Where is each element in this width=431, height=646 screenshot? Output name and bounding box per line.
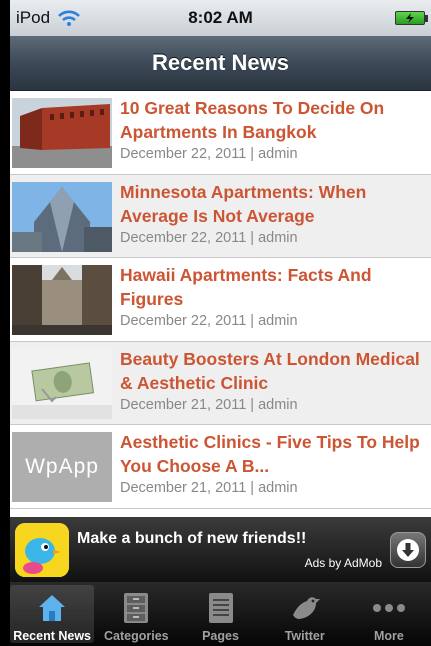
status-bar: iPod 8:02 AM — [10, 0, 431, 36]
tab-twitter[interactable]: Twitter — [263, 582, 347, 646]
ad-attribution: Ads by AdMob — [304, 555, 382, 570]
article-meta: December 22, 2011 | admin — [120, 229, 298, 246]
list-item[interactable]: 10 Great Reasons To Decide On Apartments… — [10, 91, 431, 175]
tab-recent-news[interactable]: Recent News — [10, 585, 95, 643]
tab-label: More — [373, 629, 404, 643]
article-thumbnail: WpApp — [12, 432, 112, 502]
battery-icon — [395, 11, 428, 25]
list-item[interactable]: WpApp Aesthetic Clinics - Five Tips To H… — [10, 425, 431, 509]
article-thumbnail — [12, 98, 112, 168]
page-title: Recent News — [152, 50, 289, 75]
article-meta: December 22, 2011 | admin — [120, 146, 298, 162]
tab-bar: Recent News Categories Pages Twitter Mor… — [10, 582, 431, 646]
download-button[interactable] — [390, 531, 426, 568]
app-screen: iPod 8:02 AM Recent News 10 Great Reason… — [10, 0, 431, 646]
status-left: iPod — [16, 8, 80, 28]
article-thumbnail — [12, 181, 112, 252]
article-title[interactable]: 10 Great Reasons To Decide On Apartments… — [120, 96, 431, 144]
download-icon — [397, 538, 419, 561]
tab-categories[interactable]: Categories — [94, 582, 178, 646]
more-icon — [372, 591, 406, 625]
home-icon — [35, 591, 69, 625]
ad-headline[interactable]: Make a bunch of new friends!! — [77, 530, 390, 548]
list-item[interactable]: Beauty Boosters At London Medical & Aest… — [10, 341, 431, 425]
article-title[interactable]: Minnesota Apartments: When Average Is No… — [120, 180, 431, 228]
article-title[interactable]: Hawaii Apartments: Facts And Figures — [120, 263, 431, 311]
tab-label: Twitter — [284, 629, 325, 643]
document-icon — [204, 591, 238, 625]
cabinet-icon — [119, 591, 153, 625]
article-meta: December 21, 2011 | admin — [120, 480, 298, 496]
list-item[interactable]: Minnesota Apartments: When Average Is No… — [10, 174, 431, 258]
list-item[interactable]: Hawaii Apartments: Facts And Figures Dec… — [10, 258, 431, 342]
bird-app-icon — [15, 522, 69, 577]
thumbnail-placeholder-text: WpApp — [25, 455, 99, 478]
article-thumbnail — [12, 348, 112, 419]
tab-label: Categories — [104, 629, 169, 643]
tab-more[interactable]: More — [347, 582, 431, 646]
bird-icon — [288, 591, 322, 625]
article-thumbnail — [12, 265, 112, 335]
wifi-icon — [58, 10, 80, 26]
carrier-label: iPod — [16, 8, 51, 27]
navigation-bar: Recent News — [10, 36, 431, 91]
tab-label: Recent News — [13, 629, 91, 643]
tab-pages[interactable]: Pages — [178, 582, 262, 646]
article-list[interactable]: 10 Great Reasons To Decide On Apartments… — [10, 91, 431, 517]
article-meta: December 22, 2011 | admin — [120, 313, 298, 329]
article-meta: December 21, 2011 | admin — [120, 396, 298, 413]
ad-banner[interactable]: Make a bunch of new friends!! Ads by AdM… — [10, 517, 431, 582]
tab-label: Pages — [202, 629, 239, 643]
article-title[interactable]: Beauty Boosters At London Medical & Aest… — [120, 347, 431, 395]
article-title[interactable]: Aesthetic Clinics - Five Tips To Help Yo… — [120, 430, 431, 478]
